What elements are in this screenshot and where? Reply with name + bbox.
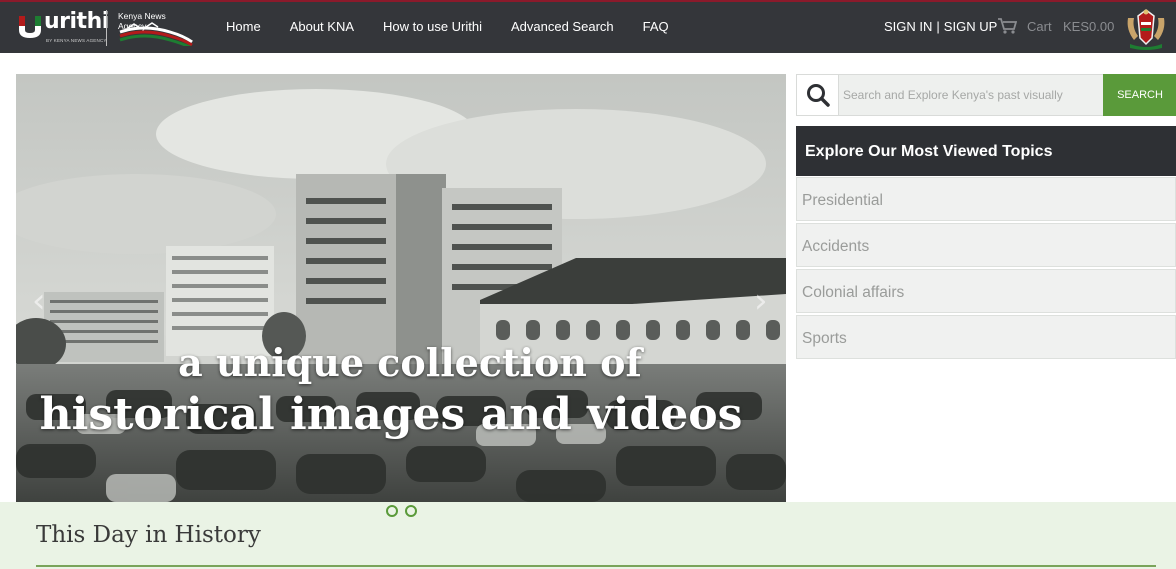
main-nav: Home About KNA How to use Urithi Advance… bbox=[226, 19, 698, 34]
logo-divider bbox=[106, 10, 107, 46]
sign-in-link[interactable]: SIGN IN bbox=[884, 19, 932, 34]
search-button[interactable]: SEARCH bbox=[1103, 74, 1176, 116]
this-day-in-history-section: This Day in History bbox=[0, 502, 1176, 569]
cart-amount[interactable]: KES0.00 bbox=[1063, 19, 1114, 34]
carousel-next-icon[interactable]: › bbox=[754, 281, 768, 321]
auth-divider: | bbox=[936, 19, 940, 34]
cart-icon[interactable] bbox=[997, 17, 1017, 35]
nav-advanced-search[interactable]: Advanced Search bbox=[511, 19, 614, 34]
hero-caption-line1: a unique collection of bbox=[178, 340, 642, 385]
urithi-u-icon bbox=[19, 16, 41, 38]
nav-how-to-use[interactable]: How to use Urithi bbox=[383, 19, 482, 34]
nav-home[interactable]: Home bbox=[226, 19, 261, 34]
carousel-prev-icon[interactable]: ‹ bbox=[32, 281, 46, 321]
search-icon-box[interactable] bbox=[797, 75, 839, 115]
topic-colonial-affairs[interactable]: Colonial affairs bbox=[796, 269, 1176, 313]
topic-presidential[interactable]: Presidential bbox=[796, 177, 1176, 221]
nav-faq[interactable]: FAQ bbox=[643, 19, 669, 34]
nav-about-kna[interactable]: About KNA bbox=[290, 19, 354, 34]
history-divider bbox=[36, 565, 1156, 567]
search-bar: SEARCH bbox=[796, 74, 1176, 116]
topic-sports[interactable]: Sports bbox=[796, 315, 1176, 359]
topic-accidents[interactable]: Accidents bbox=[796, 223, 1176, 267]
topics-header: Explore Our Most Viewed Topics bbox=[796, 126, 1176, 176]
urithi-logo[interactable]: urithi BY KENYA NEWS AGENCY Kenya News A… bbox=[14, 8, 194, 48]
auth-links: SIGN IN | SIGN UP bbox=[884, 19, 997, 34]
carousel-indicators bbox=[386, 505, 424, 517]
top-navbar: urithi BY KENYA NEWS AGENCY Kenya News A… bbox=[0, 0, 1176, 53]
brand-tagline: BY KENYA NEWS AGENCY bbox=[46, 38, 107, 43]
kna-flag-icon bbox=[119, 22, 193, 46]
carousel-dot-1[interactable] bbox=[386, 505, 398, 517]
cart-label[interactable]: Cart bbox=[1027, 19, 1052, 34]
history-title: This Day in History bbox=[36, 522, 261, 548]
search-input[interactable] bbox=[839, 75, 1103, 115]
carousel-dot-2[interactable] bbox=[405, 505, 417, 517]
search-icon bbox=[807, 84, 830, 107]
coat-of-arms-icon bbox=[1127, 9, 1165, 50]
hero-carousel[interactable]: ‹ › a unique collection of historical im… bbox=[16, 74, 786, 502]
sign-up-link[interactable]: SIGN UP bbox=[944, 19, 997, 34]
hero-caption-line2: historical images and videos bbox=[39, 389, 743, 440]
brand-name: urithi bbox=[44, 9, 109, 34]
